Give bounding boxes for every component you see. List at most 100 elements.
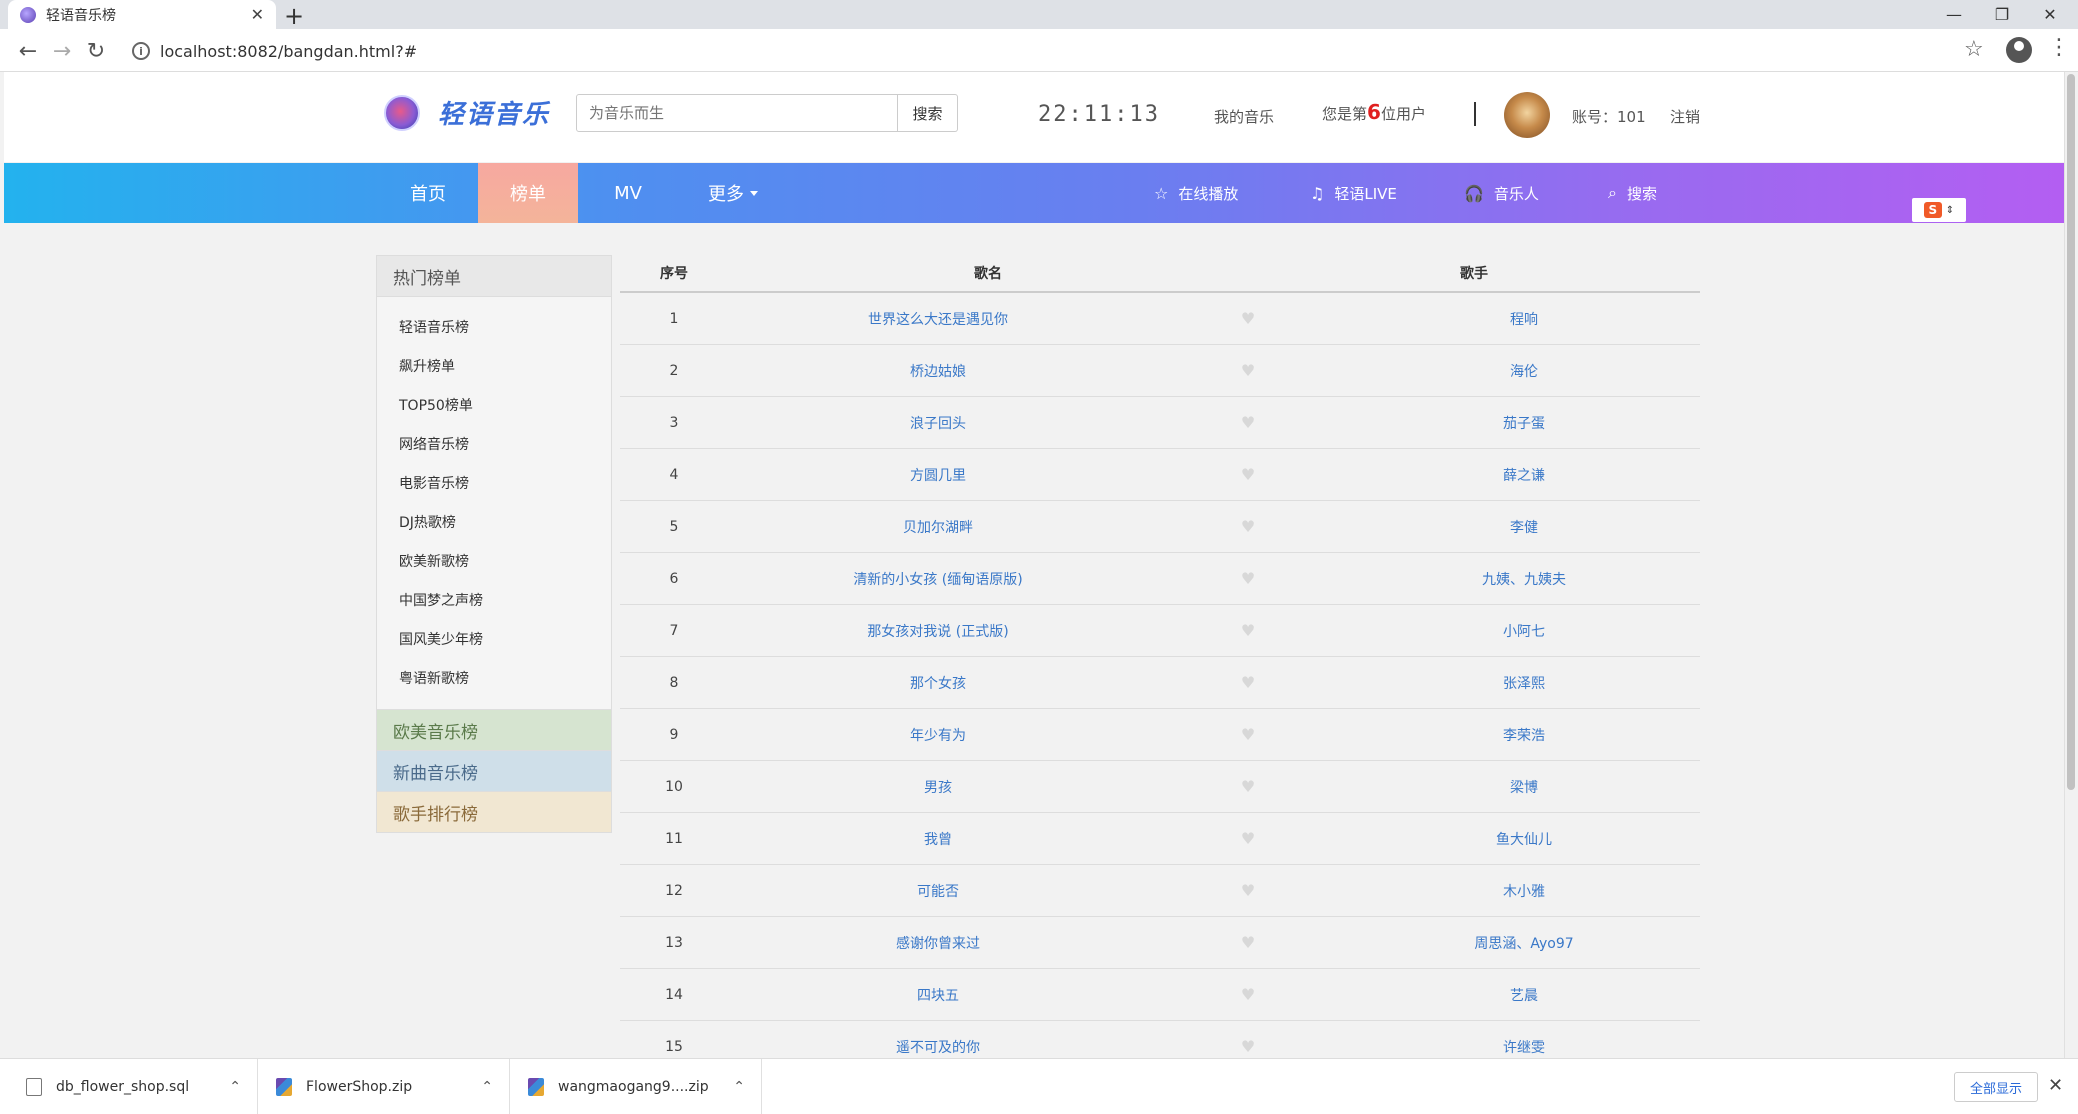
input-method-badge[interactable]: S ⇕ [1912, 198, 1966, 222]
bookmark-star-icon[interactable]: ☆ [1964, 37, 1984, 62]
song-link[interactable]: 贝加尔湖畔 [728, 517, 1148, 537]
artist-link[interactable]: 程响 [1348, 309, 1700, 329]
heart-icon[interactable]: ♥ [1148, 309, 1348, 328]
song-link[interactable]: 感谢你曾来过 [728, 933, 1148, 953]
search-button[interactable]: 搜索 [898, 94, 958, 132]
scrollbar-thumb[interactable] [2067, 74, 2075, 790]
chevron-up-icon[interactable]: ⌃ [481, 1079, 493, 1095]
sidebar-category-artists[interactable]: 歌手排行榜 [376, 792, 612, 833]
song-link[interactable]: 方圆几里 [728, 465, 1148, 485]
heart-icon[interactable]: ♥ [1148, 413, 1348, 432]
nav-more[interactable]: 更多 [678, 163, 788, 223]
song-link[interactable]: 可能否 [728, 881, 1148, 901]
nav-search[interactable]: ⌕ 搜索 [1608, 163, 1657, 223]
artist-link[interactable]: 九姨、九姨夫 [1348, 569, 1700, 589]
info-icon[interactable]: i [132, 42, 150, 60]
artist-link[interactable]: 茄子蛋 [1348, 413, 1700, 433]
artist-link[interactable]: 艺晨 [1348, 985, 1700, 1005]
avatar[interactable] [1504, 92, 1550, 138]
heart-icon[interactable]: ♥ [1148, 725, 1348, 744]
song-link[interactable]: 四块五 [728, 985, 1148, 1005]
search-input[interactable] [576, 94, 898, 132]
more-menu-icon[interactable]: ⋮ [2048, 35, 2070, 60]
sidebar-item[interactable]: 国风美少年榜 [377, 619, 611, 658]
url-field[interactable]: i localhost:8082/bangdan.html?# [122, 35, 1982, 67]
back-arrow-icon[interactable]: ← [14, 37, 42, 65]
song-link[interactable]: 年少有为 [728, 725, 1148, 745]
table-row: 13 感谢你曾来过 ♥ 周思涵、Ayo97 [620, 917, 1700, 969]
sidebar-item[interactable]: 中国梦之声榜 [377, 580, 611, 619]
artist-link[interactable]: 李健 [1348, 517, 1700, 537]
user-count-number: 6 [1367, 100, 1381, 124]
close-tab-icon[interactable]: ✕ [251, 5, 264, 24]
sidebar-item[interactable]: 网络音乐榜 [377, 424, 611, 463]
song-link[interactable]: 桥边姑娘 [728, 361, 1148, 381]
sidebar-category-new-songs[interactable]: 新曲音乐榜 [376, 751, 612, 792]
nav-musicians[interactable]: 🎧 音乐人 [1464, 163, 1539, 223]
heart-icon[interactable]: ♥ [1148, 985, 1348, 1004]
artist-link[interactable]: 许继雯 [1348, 1037, 1700, 1057]
heart-icon[interactable]: ♥ [1148, 673, 1348, 692]
sidebar-item[interactable]: 电影音乐榜 [377, 463, 611, 502]
restore-icon[interactable]: ❐ [1978, 0, 2026, 29]
nav-live[interactable]: ♫ 轻语LIVE [1310, 163, 1397, 223]
browser-tab[interactable]: 轻语音乐榜 ✕ [8, 0, 276, 29]
artist-link[interactable]: 鱼大仙儿 [1348, 829, 1700, 849]
reload-icon[interactable]: ↻ [82, 37, 110, 65]
heart-icon[interactable]: ♥ [1148, 621, 1348, 640]
heart-icon[interactable]: ♥ [1148, 933, 1348, 952]
sidebar-item[interactable]: 轻语音乐榜 [377, 307, 611, 346]
heart-icon[interactable]: ♥ [1148, 517, 1348, 536]
sidebar-category-western[interactable]: 欧美音乐榜 [376, 710, 612, 751]
song-link[interactable]: 浪子回头 [728, 413, 1148, 433]
chart-sidebar: 热门榜单 轻语音乐榜 飙升榜单 TOP50榜单 网络音乐榜 电影音乐榜 DJ热歌… [376, 255, 612, 833]
forward-arrow-icon[interactable]: → [48, 37, 76, 65]
heart-icon[interactable]: ♥ [1148, 829, 1348, 848]
profile-icon[interactable] [2006, 37, 2032, 63]
artist-link[interactable]: 小阿七 [1348, 621, 1700, 641]
song-link[interactable]: 男孩 [728, 777, 1148, 797]
song-link[interactable]: 世界这么大还是遇见你 [728, 309, 1148, 329]
my-music-link[interactable]: 我的音乐 [1214, 106, 1274, 127]
artist-link[interactable]: 薛之谦 [1348, 465, 1700, 485]
download-item[interactable]: db_flower_shop.sql ⌃ [0, 1059, 258, 1114]
sidebar-item[interactable]: 欧美新歌榜 [377, 541, 611, 580]
sidebar-item[interactable]: DJ热歌榜 [377, 502, 611, 541]
song-link[interactable]: 那个女孩 [728, 673, 1148, 693]
heart-icon[interactable]: ♥ [1148, 569, 1348, 588]
artist-link[interactable]: 梁博 [1348, 777, 1700, 797]
site-logo[interactable]: 轻语音乐 [384, 94, 550, 131]
sidebar-item[interactable]: 飙升榜单 [377, 346, 611, 385]
song-link[interactable]: 那女孩对我说 (正式版) [728, 621, 1148, 641]
logout-link[interactable]: 注销 [1670, 106, 1700, 127]
artist-link[interactable]: 张泽熙 [1348, 673, 1700, 693]
download-item[interactable]: wangmaogang9....zip ⌃ [510, 1059, 762, 1114]
nav-charts[interactable]: 榜单 [478, 163, 578, 223]
heart-icon[interactable]: ♥ [1148, 1037, 1348, 1056]
artist-link[interactable]: 李荣浩 [1348, 725, 1700, 745]
chevron-up-icon[interactable]: ⌃ [733, 1079, 745, 1095]
minimize-icon[interactable]: — [1930, 0, 1978, 29]
sidebar-item[interactable]: 粤语新歌榜 [377, 658, 611, 697]
heart-icon[interactable]: ♥ [1148, 465, 1348, 484]
sidebar-item[interactable]: TOP50榜单 [377, 385, 611, 424]
row-num: 6 [669, 570, 679, 587]
artist-link[interactable]: 木小雅 [1348, 881, 1700, 901]
heart-icon[interactable]: ♥ [1148, 777, 1348, 796]
heart-icon[interactable]: ♥ [1148, 361, 1348, 380]
song-link[interactable]: 清新的小女孩 (缅甸语原版) [728, 569, 1148, 589]
nav-online-play[interactable]: ☆ 在线播放 [1154, 163, 1238, 223]
chevron-up-icon[interactable]: ⌃ [229, 1079, 241, 1095]
download-item[interactable]: FlowerShop.zip ⌃ [258, 1059, 510, 1114]
nav-home[interactable]: 首页 [378, 163, 478, 223]
artist-link[interactable]: 海伦 [1348, 361, 1700, 381]
close-download-bar-icon[interactable]: ✕ [2048, 1075, 2063, 1096]
artist-link[interactable]: 周思涵、Ayo97 [1348, 933, 1700, 953]
heart-icon[interactable]: ♥ [1148, 881, 1348, 900]
nav-mv[interactable]: MV [578, 163, 678, 223]
show-all-button[interactable]: 全部显示 [1954, 1072, 2038, 1102]
song-link[interactable]: 遥不可及的你 [728, 1037, 1148, 1057]
song-link[interactable]: 我曾 [728, 829, 1148, 849]
close-window-icon[interactable]: ✕ [2026, 0, 2074, 29]
new-tab-icon[interactable]: + [284, 2, 304, 30]
